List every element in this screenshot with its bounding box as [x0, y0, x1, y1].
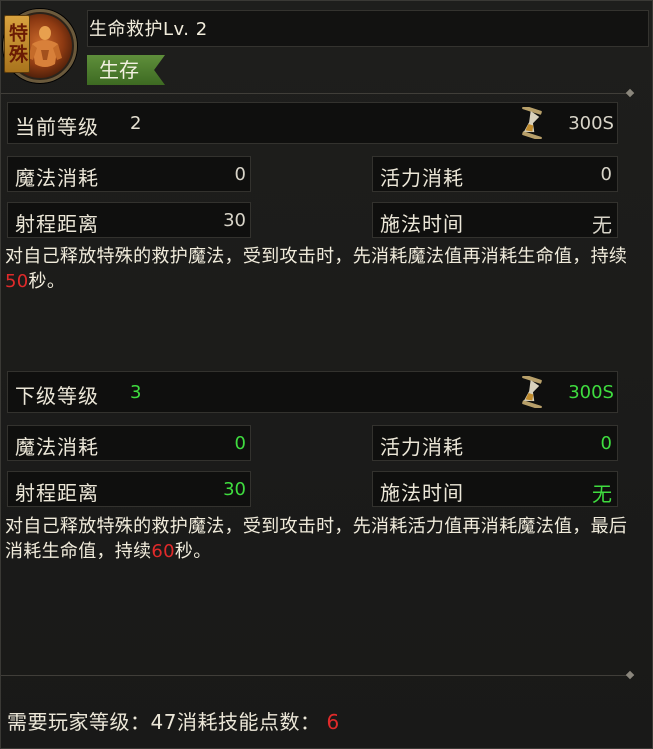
next-range-value: 30 [223, 479, 246, 500]
current-mana-value: 0 [234, 164, 246, 185]
footer-divider [1, 675, 634, 676]
current-cooldown: 300S [568, 113, 614, 134]
current-range-value: 30 [223, 210, 246, 231]
next-level-label: 下级等级 [15, 384, 99, 408]
next-range-label: 射程距离 [15, 481, 99, 505]
next-vigor-value: 0 [600, 433, 612, 454]
skill-tooltip-panel: 特殊 生命救护Lv. 2 生存 当前等级 2 300S 魔法消耗 0 活力消耗 … [0, 0, 653, 749]
current-vigor-label: 活力消耗 [380, 166, 464, 190]
next-desc-suffix: 秒。 [174, 541, 212, 562]
divider-ornament-icon [625, 88, 635, 98]
current-casttime-value: 无 [592, 213, 612, 237]
skill-points-value: 6 [326, 710, 340, 734]
skill-title: 生命救护Lv. 2 [89, 19, 208, 40]
current-level-value: 2 [130, 113, 142, 134]
header-divider [1, 93, 634, 94]
next-description: 对自己释放特殊的救护魔法，受到攻击时，先消耗活力值再消耗魔法值，最后消耗生命值，… [5, 514, 645, 564]
category-tag: 生存 [87, 55, 165, 85]
required-level-value: 47 [150, 710, 177, 734]
current-desc-text: 对自己释放特殊的救护魔法，受到攻击时，先消耗魔法值再消耗生命值，持续 [5, 246, 628, 267]
next-vigor-label: 活力消耗 [380, 435, 464, 459]
next-casttime-value: 无 [592, 482, 612, 506]
next-desc-duration: 60 [151, 541, 175, 562]
current-desc-suffix: 秒。 [28, 271, 66, 292]
special-skill-tag: 特殊 [4, 15, 30, 73]
skill-points-label: 消耗技能点数： [176, 710, 321, 734]
required-level-label: 需要玩家等级： [7, 710, 151, 734]
next-cooldown: 300S [568, 382, 614, 403]
warrior-figure-icon [28, 26, 62, 67]
hourglass-icon [522, 376, 542, 408]
current-range-label: 射程距离 [15, 212, 99, 236]
next-mana-label: 魔法消耗 [15, 435, 99, 459]
next-level-value: 3 [130, 382, 142, 403]
next-mana-value: 0 [234, 433, 246, 454]
requirements-line: 需要玩家等级：47消耗技能点数： 6 [7, 706, 340, 735]
divider-ornament-icon [625, 670, 635, 680]
current-vigor-value: 0 [600, 164, 612, 185]
hourglass-icon [522, 107, 542, 139]
current-desc-duration: 50 [5, 271, 29, 292]
next-casttime-label: 施法时间 [380, 481, 464, 505]
current-description: 对自己释放特殊的救护魔法，受到攻击时，先消耗魔法值再消耗生命值，持续 50秒。 [5, 244, 645, 294]
current-mana-label: 魔法消耗 [15, 166, 99, 190]
next-desc-text: 对自己释放特殊的救护魔法，受到攻击时，先消耗活力值再消耗魔法值，最后消耗生命值，… [5, 516, 628, 562]
current-level-label: 当前等级 [15, 115, 99, 139]
current-casttime-label: 施法时间 [380, 212, 464, 236]
